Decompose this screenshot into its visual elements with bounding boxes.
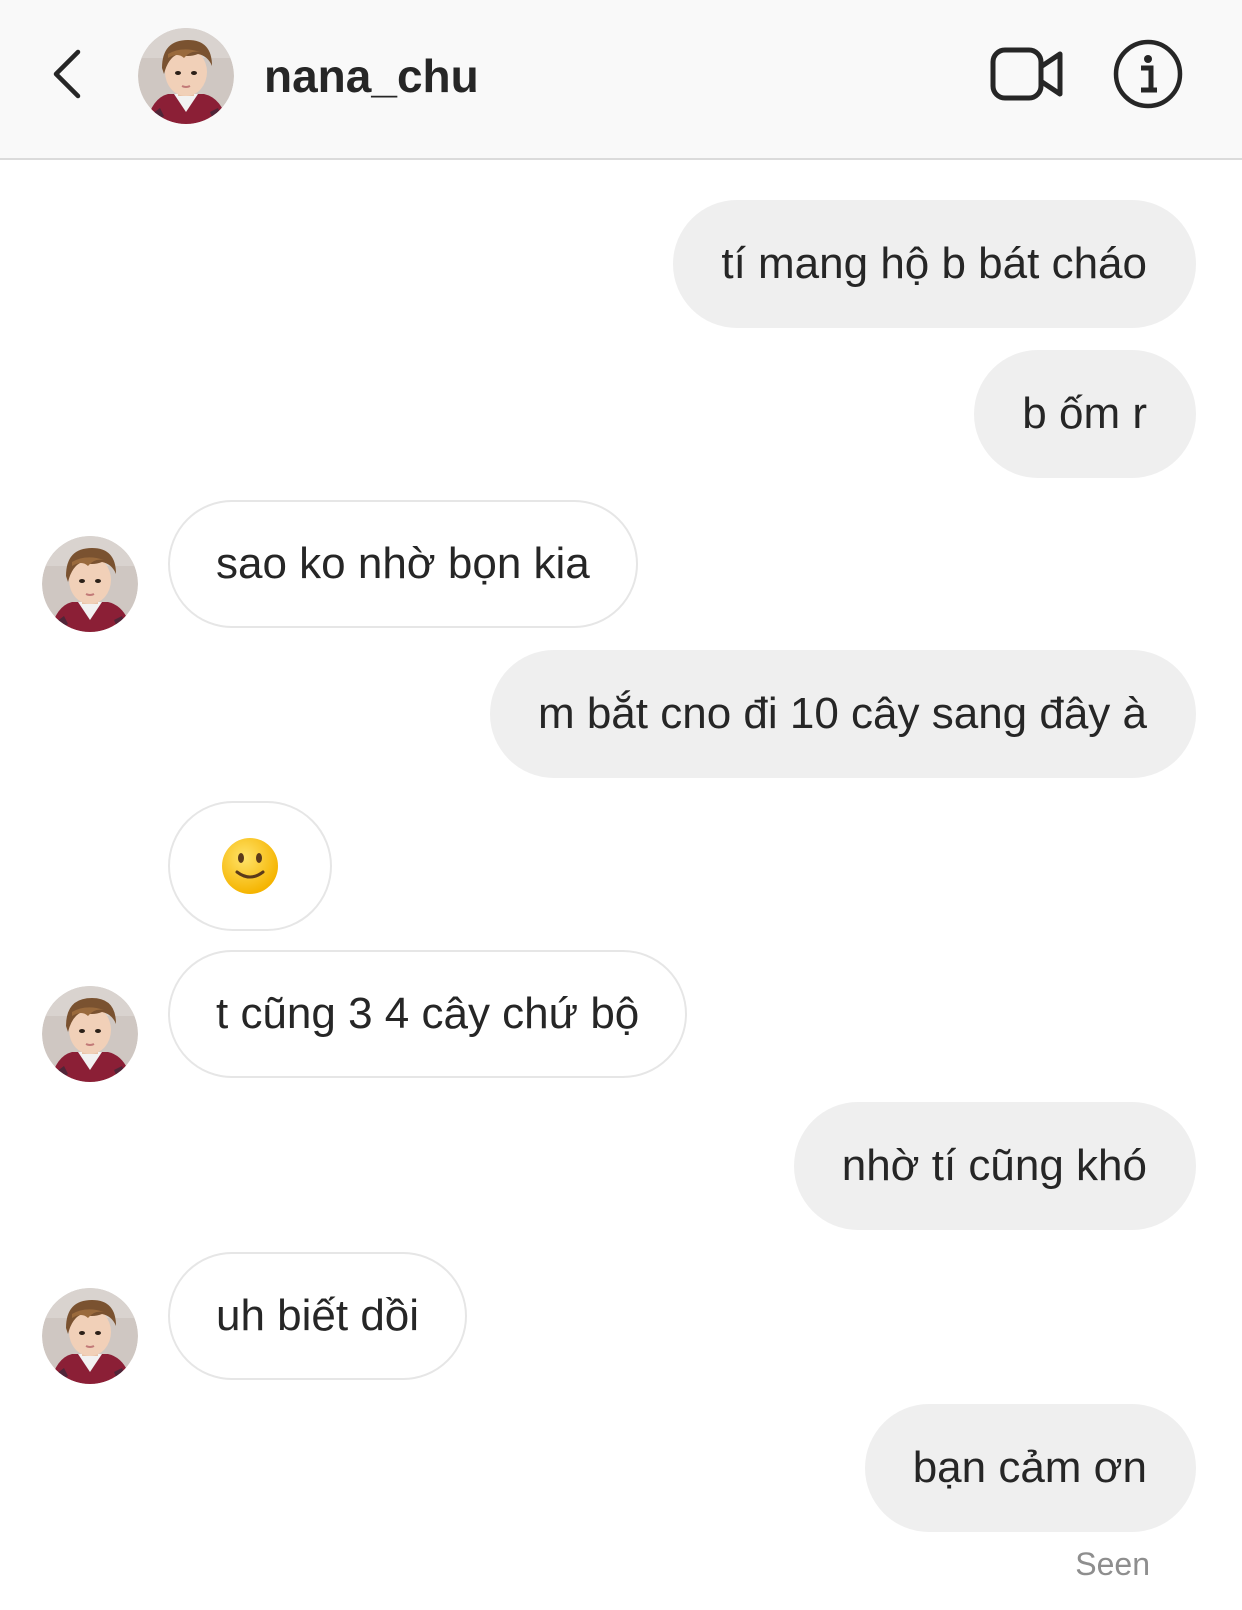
info-icon bbox=[1113, 39, 1183, 109]
message-bubble-sent[interactable]: m bắt cno đi 10 cây sang đây à bbox=[489, 650, 1196, 778]
message-bubble-received[interactable]: uh biết dồi bbox=[168, 1252, 468, 1380]
info-button[interactable] bbox=[1112, 38, 1184, 110]
message-bubble-received[interactable]: sao ko nhờ bọn kia bbox=[168, 500, 638, 628]
back-button[interactable] bbox=[44, 44, 94, 104]
message-bubble-emoji[interactable] bbox=[168, 801, 332, 931]
message-bubble-sent[interactable]: b ốm r bbox=[974, 350, 1196, 478]
video-camera-icon bbox=[990, 47, 1063, 101]
sender-avatar[interactable] bbox=[42, 986, 138, 1082]
slightly-smiling-face-icon bbox=[222, 838, 278, 894]
video-call-button[interactable] bbox=[990, 44, 1066, 104]
message-bubble-received[interactable]: t cũng 3 4 cây chứ bộ bbox=[168, 950, 688, 1078]
message-bubble-sent[interactable]: bạn cảm ơn bbox=[864, 1404, 1196, 1532]
message-bubble-sent[interactable]: nhờ tí cũng khó bbox=[793, 1102, 1196, 1230]
seen-status: Seen bbox=[1075, 1546, 1150, 1582]
chat-header: nana_chu bbox=[0, 0, 1242, 160]
sender-avatar[interactable] bbox=[42, 1288, 138, 1384]
chevron-left-icon bbox=[53, 49, 81, 99]
sender-avatar[interactable] bbox=[42, 536, 138, 632]
message-bubble-sent[interactable]: tí mang hộ b bát cháo bbox=[673, 200, 1196, 328]
contact-username[interactable]: nana_chu bbox=[264, 46, 479, 106]
contact-avatar[interactable] bbox=[138, 28, 234, 124]
